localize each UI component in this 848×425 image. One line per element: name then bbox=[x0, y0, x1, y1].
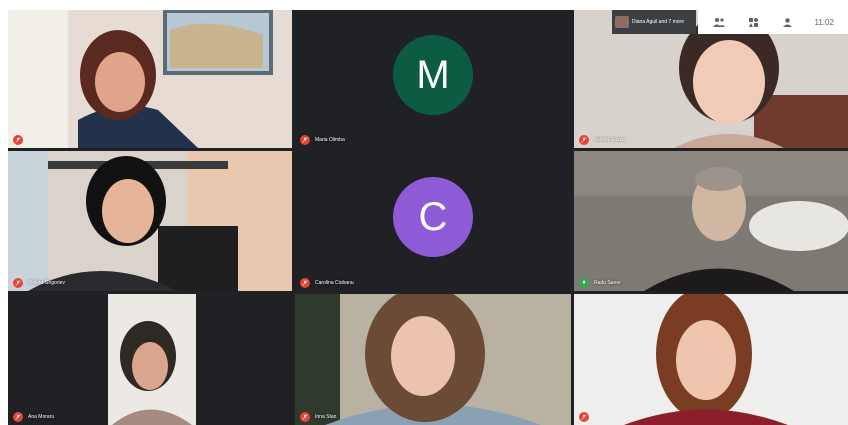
participant-tile[interactable]: Violeta Grigoriev bbox=[8, 151, 292, 291]
participant-video bbox=[295, 294, 571, 425]
participant-nametag bbox=[13, 135, 28, 145]
participant-nametag: Irina Stan bbox=[300, 412, 336, 422]
participant-avatar: C bbox=[393, 177, 473, 257]
participant-tile[interactable]: Radu Sarov bbox=[574, 151, 848, 291]
participant-nametag bbox=[579, 412, 594, 422]
mic-off-icon bbox=[13, 278, 23, 288]
participant-tile[interactable] bbox=[574, 294, 848, 425]
activities-icon[interactable] bbox=[746, 15, 760, 29]
mic-off-icon bbox=[13, 412, 23, 422]
participant-name: Carolina Ciobanu bbox=[315, 280, 354, 286]
participant-tile[interactable]: M Maria Olimba bbox=[295, 10, 571, 148]
participant-nametag: Maria Olimba bbox=[300, 135, 345, 145]
meeting-grid: M Maria Olimba Valeria Guzun Violeta Gri… bbox=[8, 10, 848, 425]
participant-video bbox=[8, 151, 292, 291]
mic-off-icon bbox=[579, 412, 589, 422]
mic-off-icon bbox=[300, 135, 310, 145]
participant-avatar: M bbox=[393, 35, 473, 115]
participant-nametag: Carolina Ciobanu bbox=[300, 278, 354, 288]
participant-name: Maria Olimba bbox=[315, 137, 345, 143]
clock-time: 11:02 bbox=[814, 17, 834, 27]
mic-on-icon bbox=[579, 278, 589, 288]
mic-off-icon bbox=[300, 278, 310, 288]
top-toolbar: 11:02 bbox=[698, 10, 848, 34]
people-icon[interactable] bbox=[712, 15, 726, 29]
participant-video bbox=[8, 294, 292, 425]
presenter-chip[interactable]: Diana Aguil and 7 more bbox=[612, 10, 696, 34]
participant-video bbox=[574, 294, 848, 425]
participant-video bbox=[8, 10, 292, 148]
participant-name: Valeria Guzun bbox=[594, 137, 626, 143]
participant-name: Ana Moraru bbox=[28, 414, 55, 420]
participant-nametag: Radu Sarov bbox=[579, 278, 620, 288]
participant-video bbox=[574, 151, 848, 291]
presenter-thumbnail bbox=[615, 16, 629, 28]
participant-nametag: Valeria Guzun bbox=[579, 135, 625, 145]
participant-name: Violeta Grigoriev bbox=[28, 280, 65, 286]
participant-tile[interactable]: C Carolina Ciobanu bbox=[295, 151, 571, 291]
participant-tile[interactable]: Ana Moraru bbox=[8, 294, 292, 425]
participant-name: Radu Sarov bbox=[594, 280, 621, 286]
participant-tile[interactable] bbox=[8, 10, 292, 148]
mic-off-icon bbox=[13, 135, 23, 145]
presenter-label: Diana Aguil and 7 more bbox=[632, 19, 684, 25]
participant-tile[interactable]: Irina Stan bbox=[295, 294, 571, 425]
participant-name: Irina Stan bbox=[315, 414, 337, 420]
mic-off-icon bbox=[579, 135, 589, 145]
account-icon[interactable] bbox=[780, 15, 794, 29]
participant-nametag: Ana Moraru bbox=[13, 412, 54, 422]
participant-nametag: Violeta Grigoriev bbox=[13, 278, 65, 288]
mic-off-icon bbox=[300, 412, 310, 422]
